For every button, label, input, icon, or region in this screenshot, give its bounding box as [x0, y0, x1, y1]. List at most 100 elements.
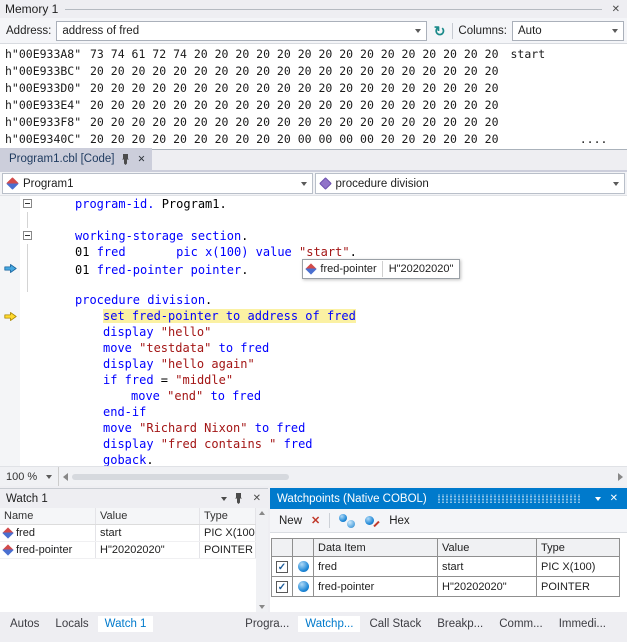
- code-line[interactable]: working-storage section.: [0, 228, 627, 244]
- delete-watchpoint-icon[interactable]: ✕: [311, 514, 320, 527]
- collapse-toggle-icon[interactable]: [23, 199, 32, 208]
- scroll-down-icon[interactable]: [259, 605, 265, 609]
- panel-tab-progra[interactable]: Progra...: [238, 616, 296, 632]
- pin-icon[interactable]: [234, 493, 243, 504]
- watchpoints-column-header[interactable]: Type: [537, 539, 620, 556]
- watchpoint-row[interactable]: ✓fred-pointerH"20202020"POINTER: [272, 577, 620, 597]
- scrollbar-track[interactable]: [72, 473, 614, 481]
- vertical-scrollbar[interactable]: [256, 508, 268, 612]
- panel-tab-autos[interactable]: Autos: [3, 616, 46, 632]
- code-text: display "hello again": [36, 356, 627, 372]
- watchpoints-close-icon[interactable]: ✕: [607, 493, 621, 504]
- members-dropdown-value: procedure division: [336, 178, 603, 190]
- code-line[interactable]: display "hello": [0, 324, 627, 340]
- code-line[interactable]: 01 fred pic x(100) value "start".: [0, 244, 627, 260]
- memory-row: h"00E933E4"20 20 20 20 20 20 20 20 20 20…: [5, 97, 627, 114]
- zoom-control[interactable]: 100 %: [0, 467, 59, 486]
- code-line[interactable]: move "end" to fred: [0, 388, 627, 404]
- scroll-left-icon[interactable]: [63, 473, 68, 481]
- watch-column-header[interactable]: Name: [0, 508, 96, 524]
- glyph-margin: [0, 340, 20, 356]
- watch-titlebar[interactable]: Watch 1 ✕: [0, 489, 268, 508]
- watch-name: fred-pointer: [0, 542, 96, 558]
- watch-value: H"20202020": [96, 542, 200, 558]
- memory-title: Memory 1: [5, 2, 58, 16]
- glyph-margin: [0, 356, 20, 372]
- scroll-up-icon[interactable]: [259, 511, 265, 515]
- refresh-icon[interactable]: ↻: [432, 24, 448, 38]
- panel-tab-call-stack[interactable]: Call Stack: [362, 616, 428, 632]
- members-dropdown[interactable]: procedure division: [315, 173, 626, 194]
- panel-tab-breakp[interactable]: Breakp...: [430, 616, 490, 632]
- watchpoint-checkbox[interactable]: ✓: [276, 561, 288, 573]
- watchpoint-row[interactable]: ✓fredstartPIC X(100): [272, 557, 620, 577]
- watchpoints-grid: Data ItemValueType✓fredstartPIC X(100)✓f…: [271, 538, 620, 597]
- left-panel-tabs: AutosLocalsWatch 1: [3, 613, 153, 634]
- watchpoints-column-header[interactable]: Value: [438, 539, 537, 556]
- watch-column-header[interactable]: Type: [200, 508, 256, 524]
- types-dropdown[interactable]: Program1: [2, 173, 313, 194]
- code-text: goback.: [36, 452, 627, 466]
- new-watchpoint-button[interactable]: New: [279, 515, 302, 527]
- code-editor[interactable]: program-id. Program1. working-storage sec…: [0, 196, 627, 466]
- status-cell: [293, 557, 314, 576]
- panel-tab-comm[interactable]: Comm...: [492, 616, 549, 632]
- toggle-watchpoint-icon[interactable]: [364, 514, 380, 528]
- code-line[interactable]: program-id. Program1.: [0, 196, 627, 212]
- outline-margin: [20, 372, 36, 388]
- pin-icon[interactable]: [121, 154, 130, 165]
- toolbar-separator: [329, 513, 330, 528]
- code-line[interactable]: [0, 212, 627, 228]
- code-line[interactable]: display "hello again": [0, 356, 627, 372]
- code-line[interactable]: goback.: [0, 452, 627, 466]
- memory-row: h"00E933A8"73 74 61 72 74 20 20 20 20 20…: [5, 46, 627, 63]
- address-combo[interactable]: address of fred: [56, 21, 426, 41]
- horizontal-scrollbar[interactable]: [59, 467, 627, 486]
- panel-tab-watchp[interactable]: Watchp...: [298, 616, 360, 632]
- code-line[interactable]: procedure division.: [0, 292, 627, 308]
- panel-tab-locals[interactable]: Locals: [48, 616, 95, 632]
- watch-row[interactable]: fredstartPIC X(100): [0, 525, 256, 542]
- outline-margin: [20, 276, 36, 292]
- code-text: display "hello": [36, 324, 627, 340]
- memory-titlebar[interactable]: Memory 1 ✕: [0, 0, 627, 18]
- datatip-name: fred-pointer: [320, 261, 376, 277]
- memory-hex-dump[interactable]: h"00E933A8"73 74 61 72 74 20 20 20 20 20…: [0, 44, 627, 149]
- code-line[interactable]: set fred-pointer to address of fred: [0, 308, 627, 324]
- watchpoint-enabled-icon: [298, 581, 309, 592]
- code-text: working-storage section.: [36, 228, 627, 244]
- code-line[interactable]: end-if: [0, 404, 627, 420]
- watch-type: PIC X(100): [200, 525, 256, 541]
- scroll-right-icon[interactable]: [618, 473, 623, 481]
- memory-bytes: 20 20 20 20 20 20 20 20 20 20 20 20 20 2…: [90, 115, 499, 129]
- code-line[interactable]: 01 fred-pointer pointer.fred-pointerH"20…: [0, 260, 627, 276]
- hex-toggle-button[interactable]: Hex: [389, 515, 409, 527]
- chevron-down-icon: [612, 29, 618, 33]
- watch-panel: Watch 1 ✕ NameValueType fredstartPIC X(1…: [0, 488, 268, 612]
- tab-close-icon[interactable]: ✕: [137, 154, 145, 165]
- program-icon: [6, 177, 19, 190]
- code-line[interactable]: move "testdata" to fred: [0, 340, 627, 356]
- panel-tab-immedi[interactable]: Immedi...: [552, 616, 613, 632]
- watchpoints-column-header[interactable]: Data Item: [314, 539, 438, 556]
- memory-close-icon[interactable]: ✕: [609, 4, 623, 15]
- watch-close-icon[interactable]: ✕: [250, 493, 264, 504]
- watch-column-header[interactable]: Value: [96, 508, 200, 524]
- tab-program1-cbl[interactable]: Program1.cbl [Code] ✕: [0, 148, 152, 170]
- collapse-toggle-icon[interactable]: [23, 231, 32, 240]
- watchpoint-type: POINTER: [537, 577, 620, 596]
- code-line[interactable]: move "Richard Nixon" to fred: [0, 420, 627, 436]
- columns-combo[interactable]: Auto: [512, 21, 624, 41]
- window-menu-icon[interactable]: [595, 497, 601, 501]
- watchpoint-value: start: [438, 557, 537, 576]
- editor-navigation-bar: Program1 procedure division: [0, 172, 627, 196]
- scrollbar-thumb[interactable]: [72, 474, 289, 480]
- watchpoint-checkbox[interactable]: ✓: [276, 581, 288, 593]
- watchpoint-icon[interactable]: [339, 514, 355, 528]
- panel-tab-watch-1[interactable]: Watch 1: [98, 616, 154, 632]
- window-menu-icon[interactable]: [221, 497, 227, 501]
- code-line[interactable]: display "fred contains " fred: [0, 436, 627, 452]
- code-line[interactable]: if fred = "middle": [0, 372, 627, 388]
- watch-row[interactable]: fred-pointerH"20202020"POINTER: [0, 542, 256, 559]
- watchpoints-titlebar[interactable]: Watchpoints (Native COBOL) ✕: [270, 488, 627, 509]
